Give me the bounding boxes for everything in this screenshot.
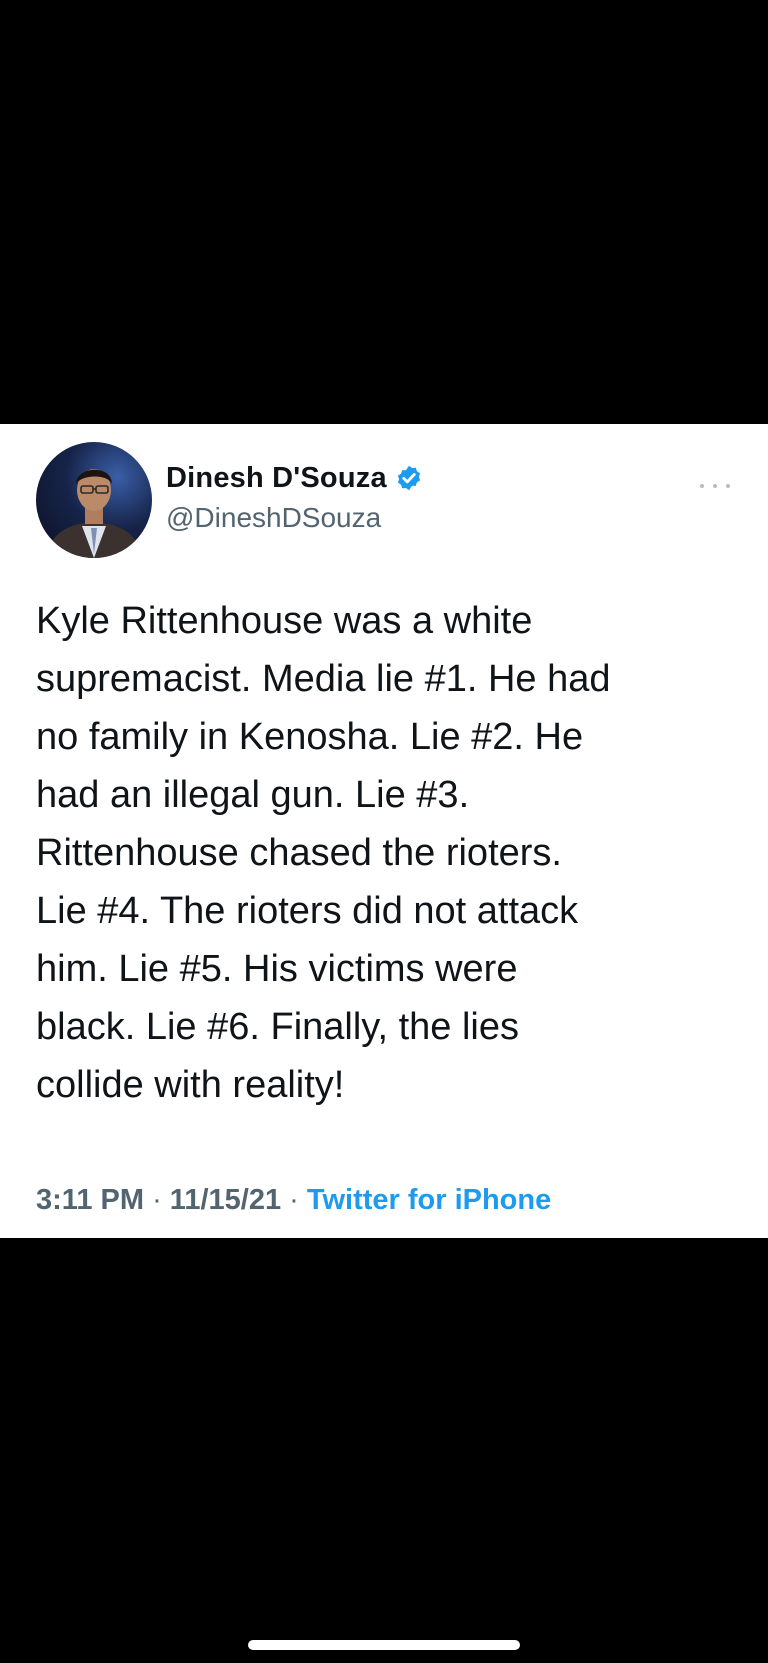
screen: Dinesh D'Souza @DineshDSouza Kyle Ritten… [0, 0, 768, 1663]
avatar[interactable] [36, 442, 152, 558]
dot-icon [726, 484, 730, 488]
tweet-card: Dinesh D'Souza @DineshDSouza Kyle Ritten… [0, 424, 768, 1238]
tweet-date[interactable]: 11/15/21 [170, 1184, 281, 1216]
meta-separator: · [289, 1184, 299, 1216]
author-block: Dinesh D'Souza @DineshDSouza [166, 460, 423, 534]
handle[interactable]: @DineshDSouza [166, 502, 423, 534]
home-indicator[interactable] [248, 1640, 520, 1650]
verified-badge-icon [397, 465, 420, 491]
tweet-time[interactable]: 3:11 PM [36, 1184, 144, 1216]
more-options-icon[interactable] [700, 480, 730, 492]
profile-photo-icon [46, 469, 142, 558]
meta-separator: · [152, 1184, 162, 1216]
dot-icon [700, 484, 704, 488]
display-name[interactable]: Dinesh D'Souza [166, 462, 387, 495]
name-row: Dinesh D'Souza [166, 460, 423, 496]
tweet-source-link[interactable]: Twitter for iPhone [307, 1184, 551, 1216]
tweet-text: Kyle Rittenhouse was a white supremacist… [36, 600, 611, 1106]
dot-icon [713, 484, 717, 488]
tweet-meta: 3:11 PM · 11/15/21 · Twitter for iPhone [36, 1184, 551, 1217]
